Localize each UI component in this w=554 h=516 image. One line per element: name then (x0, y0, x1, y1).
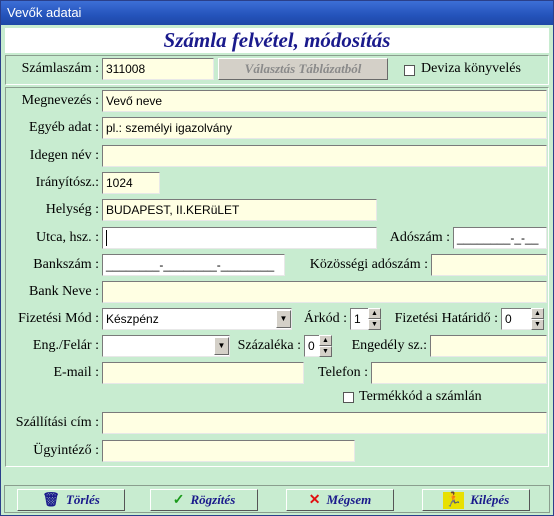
ugyintezo-label: Ügyintéző : (33, 443, 99, 458)
trash-icon: 🗑 (42, 492, 60, 508)
checkmark-icon: ✓ (172, 492, 185, 508)
fizetesi-hatarido-input[interactable]: 0 (501, 308, 533, 330)
iranyitoszam-input[interactable]: 1024 (102, 172, 160, 194)
ugyintezo-input[interactable] (102, 440, 355, 462)
termekkod-checkbox[interactable] (343, 392, 354, 403)
email-label: E-mail : (53, 365, 100, 380)
torles-label: Törlés (65, 492, 100, 507)
main-panel (5, 87, 549, 467)
rogzites-button[interactable]: ✓ Rögzítés (150, 489, 258, 511)
megnevezes-label: Megnevezés : (21, 93, 99, 108)
valasztas-tablazatbol-button[interactable]: Választás Táblázatból (218, 58, 388, 80)
megsem-label: Mégsem (326, 492, 372, 507)
kilepes-label: Kilépés (470, 492, 510, 507)
deviza-checkbox[interactable] (404, 65, 415, 76)
fizetesi-hatarido-down-icon[interactable]: ▼ (531, 319, 544, 330)
eng-felar-select[interactable] (102, 335, 230, 357)
form-heading: Számla felvétel, módosítás (5, 28, 549, 53)
arkod-up-icon[interactable]: ▲ (368, 308, 381, 319)
button-bar: 🗑 Törlés ✓ Rögzítés ✕ Mégsem 🏃 Kilépés (4, 485, 550, 513)
szamlaszam-label: Számlaszám : (21, 61, 99, 76)
idegen-nev-input[interactable] (102, 145, 547, 167)
arkod-down-icon[interactable]: ▼ (368, 319, 381, 330)
engedely-sz-label: Engedély sz.: (351, 338, 427, 353)
deviza-label: Deviza könyvelés (421, 61, 521, 76)
kozossegi-adoszam-input[interactable] (431, 254, 547, 276)
megsem-button[interactable]: ✕ Mégsem (286, 489, 394, 511)
fizetesi-mod-select[interactable]: Készpénz (102, 308, 292, 330)
eng-felar-label: Eng./Felár : (32, 338, 99, 353)
fizetesi-hatarido-up-icon[interactable]: ▲ (531, 308, 544, 319)
termekkod-label: Termékkód a számlán (359, 389, 482, 404)
bank-neve-label: Bank Neve : (29, 284, 99, 299)
adoszam-input[interactable]: ________-_-__ (453, 227, 547, 249)
helyseg-input[interactable]: BUDAPEST, II.KERüLET (102, 199, 377, 221)
helyseg-label: Helység : (45, 202, 99, 217)
szamlaszam-input[interactable]: 311008 (102, 58, 214, 80)
main-window: Vevők adatai Számla felvétel, módosítás … (0, 0, 554, 516)
adoszam-label: Adószám : (389, 230, 450, 245)
egyeb-adat-label: Egyéb adat : (29, 120, 99, 135)
window-title: Vevők adatai (1, 1, 553, 25)
fizetesi-mod-label: Fizetési Mód : (18, 311, 99, 326)
szallitasi-cim-input[interactable] (102, 412, 547, 434)
cross-icon: ✕ (308, 492, 321, 508)
utca-input[interactable] (102, 227, 377, 249)
bankszam-label: Bankszám : (33, 257, 99, 272)
szallitasi-cim-label: Szállítási cím : (15, 415, 99, 430)
torles-button[interactable]: 🗑 Törlés (17, 489, 125, 511)
text-caret (106, 230, 107, 246)
kilepes-button[interactable]: 🏃 Kilépés (422, 489, 530, 511)
szazaleka-up-icon[interactable]: ▲ (319, 335, 332, 346)
arkod-label: Árkód : (303, 311, 347, 326)
szazaleka-label: Százaléka : (237, 338, 301, 353)
telefon-label: Telefon : (318, 365, 368, 380)
email-input[interactable] (102, 362, 304, 384)
engedely-sz-input[interactable] (430, 335, 547, 357)
bankszam-input[interactable]: ________-________-________ (102, 254, 285, 276)
arkod-input[interactable]: 1 (350, 308, 370, 330)
telefon-input[interactable] (371, 362, 547, 384)
kozossegi-adoszam-label: Közösségi adószám : (309, 257, 428, 272)
idegen-nev-label: Idegen név : (29, 148, 99, 163)
fizetesi-mod-dropdown-icon[interactable]: ▼ (276, 310, 291, 328)
megnevezes-input[interactable]: Vevő neve (102, 90, 547, 112)
eng-felar-dropdown-icon[interactable]: ▼ (214, 337, 229, 355)
rogzites-label: Rögzítés (190, 492, 236, 507)
szazaleka-down-icon[interactable]: ▼ (319, 346, 332, 357)
iranyitoszam-label: Irányítósz.: (35, 175, 99, 190)
exit-runner-icon: 🏃 (442, 491, 465, 509)
egyeb-adat-input[interactable]: pl.: személyi igazolvány (102, 117, 547, 139)
fizetesi-hatarido-label: Fizetési Határidő : (394, 311, 498, 326)
utca-label: Utca, hsz. : (36, 230, 99, 245)
bank-neve-input[interactable] (102, 281, 547, 303)
